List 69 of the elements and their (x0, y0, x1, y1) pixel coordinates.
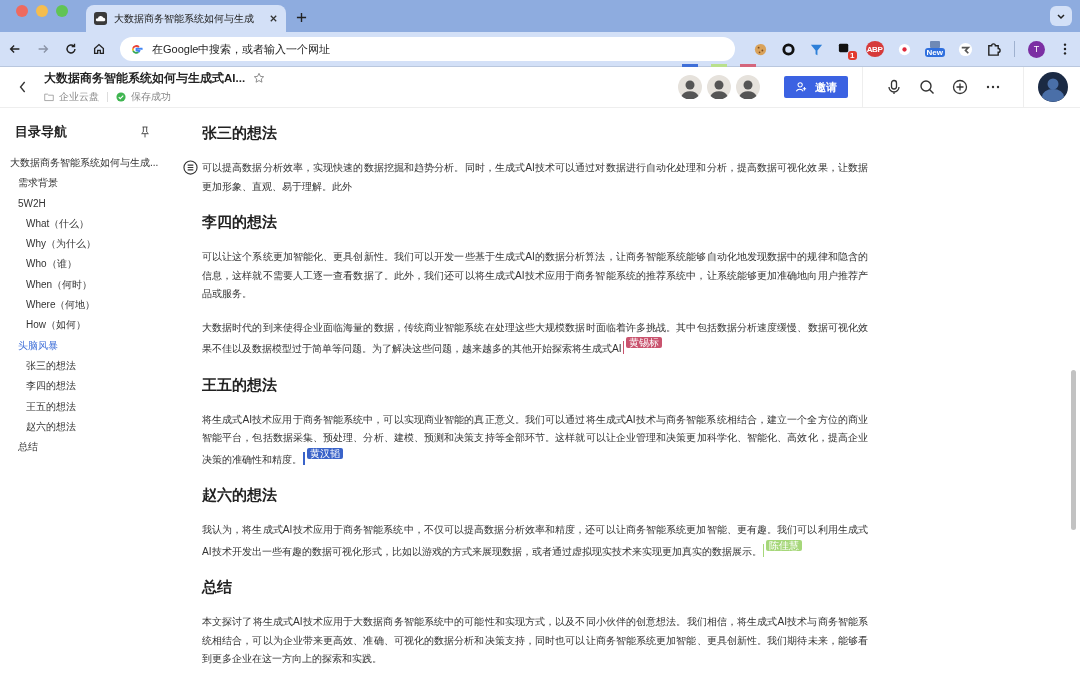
tab-search-button[interactable] (1050, 6, 1072, 26)
outline-item[interactable]: 总结 (0, 437, 178, 458)
paragraph: 可以让这个系统更加智能化、更具创新性。我们可以开发一些基于生成式AI的数据分析算法，让商务智能系统能够自动化地发现数据中的规律和隐含的信息，这样就不需要人工逐一查看数据了。此外，我们还可以将生成式AI技术应用于商务智能系统的推荐系统中，让系统能够更加准确地向用户推荐产品或服务。 (202, 250, 868, 301)
close-icon[interactable] (269, 14, 278, 23)
scrollbar-thumb[interactable] (1071, 370, 1076, 530)
paragraph: 大数据时代的到来使得企业面临海量的数据，传统商业智能系统在处理这些大规模数据时面临着许多挑战。其中包括数据分析速度缓慢、数据可视化效果不佳以及数据模型过于简单等问题。为了解决这些问题，越来越多的其他开始探索将生成式AI 黄锡标 (202, 320, 868, 356)
outline-item[interactable]: 需求背景 (0, 173, 178, 194)
ring-icon[interactable] (780, 41, 796, 57)
folder-icon (44, 91, 54, 102)
microphone-icon[interactable] (885, 79, 902, 95)
avatar[interactable] (678, 75, 702, 99)
avatar[interactable] (736, 75, 760, 99)
outline-item[interactable]: 王五的想法 (0, 396, 178, 417)
outline-item[interactable]: Where（何地） (0, 295, 178, 316)
reload-icon[interactable] (64, 42, 78, 56)
outline-item[interactable]: 大数据商务智能系统如何与生成... (0, 153, 178, 174)
outline-item[interactable]: 头脑风暴 (0, 335, 178, 356)
star-icon[interactable] (253, 72, 266, 84)
tab-title: 大数据商务智能系统如何与生成 (114, 11, 255, 26)
back-icon[interactable] (18, 80, 28, 94)
chevron-down-icon (1056, 11, 1066, 21)
sidebar-title: 目录导航 (15, 123, 67, 141)
browser-tab[interactable]: 大数据商务智能系统如何与生成 (86, 5, 286, 32)
paragraph: 本文探讨了将生成式AI技术应用于大数据商务智能系统中的可能性和实现方式，以及不同小伙伴的创意想法。我们相信，将生成式AI技术与商务智能系统相结合，可以为企业带来更高效、准确、可视化的数据分析和决策支持，同时也可以让商务智能系统更加智能、更具创新性。我们期待未来，能够看到更多企业在这一方向上的探索和实践。 (202, 615, 868, 666)
paragraph: 可以提高数据分析效率，实现快速的数据挖掘和趋势分析。同时，生成式AI技术可以通过对数据进行自动化处理和分析，提高数据可视化效果，让数据更加形象、直观、易于理解。此外 (202, 161, 868, 194)
outline-item[interactable]: 5W2H (0, 193, 178, 214)
cookie-icon[interactable] (752, 41, 768, 57)
extensions-icon[interactable] (986, 41, 1001, 57)
cloud-folder-icon (94, 12, 107, 25)
paragraph: 将生成式AI技术应用于商务智能系统中，可以实现商业智能的真正意义。我们可以通过将生成式AI技术与商务智能系统相结合，建立一个全方位的商业智能平台，包括数据采集、预处理、分析、建模、预测和决策支持等全部环节。这样就可以让企业管理和决策更加科学化、智能化、高效化，提高企业决策的准确性和精度。 黄汉韬 (202, 412, 868, 467)
outline-item[interactable]: 李四的想法 (0, 376, 178, 397)
document-title: 大数据商务智能系统如何与生成式AI... (44, 70, 246, 86)
cursor-name-tag: 黄汉韬 (306, 447, 343, 459)
outline-item[interactable]: 张三的想法 (0, 355, 178, 377)
avatar[interactable] (707, 75, 731, 99)
outline-item[interactable]: 赵六的想法 (0, 416, 178, 438)
home-icon[interactable] (92, 42, 106, 56)
record-icon[interactable] (896, 41, 912, 57)
section-heading: 张三的想法 (202, 123, 278, 143)
screen-icon[interactable] (928, 41, 941, 48)
adblock-button[interactable]: ABP (865, 41, 884, 57)
folder-name[interactable]: 企业云盘 (59, 89, 99, 104)
outline-menu-icon[interactable] (182, 160, 198, 175)
section-heading: 总结 (202, 577, 233, 597)
profile-avatar[interactable]: T (1028, 40, 1045, 58)
check-icon (116, 91, 126, 102)
address-bar[interactable]: 在Google中搜索，或者输入一个网址 (120, 37, 735, 61)
outline-item[interactable]: When（何时） (0, 274, 178, 296)
cursor-name-tag: 黄锡标 (626, 337, 663, 348)
cursor-name-tag: 陈佳慧 (766, 539, 803, 551)
pin-icon[interactable] (140, 126, 150, 138)
add-person-icon (795, 81, 807, 93)
outline-item[interactable]: What（什么） (0, 213, 178, 235)
new-tab-icon[interactable] (296, 12, 307, 23)
outline-item[interactable]: Why（为什么） (0, 234, 178, 255)
outline-item[interactable]: How（如何） (0, 315, 178, 336)
section-heading: 王五的想法 (202, 374, 278, 395)
notification-badge: 1 (848, 51, 857, 60)
user-avatar[interactable] (1038, 72, 1068, 102)
back-icon[interactable] (8, 42, 22, 56)
outline-item[interactable]: Who（谁） (0, 254, 178, 275)
section-heading: 李四的想法 (202, 212, 278, 232)
section-heading: 赵六的想法 (202, 485, 278, 505)
search-icon[interactable] (918, 79, 935, 95)
add-icon[interactable] (951, 79, 968, 95)
invite-button[interactable]: 邀请 (784, 76, 848, 98)
save-status: 保存成功 (131, 89, 171, 104)
new-badge: New (924, 48, 945, 57)
paragraph: 我认为，将生成式AI技术应用于商务智能系统中，不仅可以提高数据分析效率和精度，还可以让商务智能系统更加智能、更有趣。我们可以利用生成式AI技术开发出一些有趣的数据可视化形式，比如以游戏的方式来展现数据，或者通过虚拟现实技术来实现更加真实的数据展示。 陈佳慧 (202, 523, 868, 559)
